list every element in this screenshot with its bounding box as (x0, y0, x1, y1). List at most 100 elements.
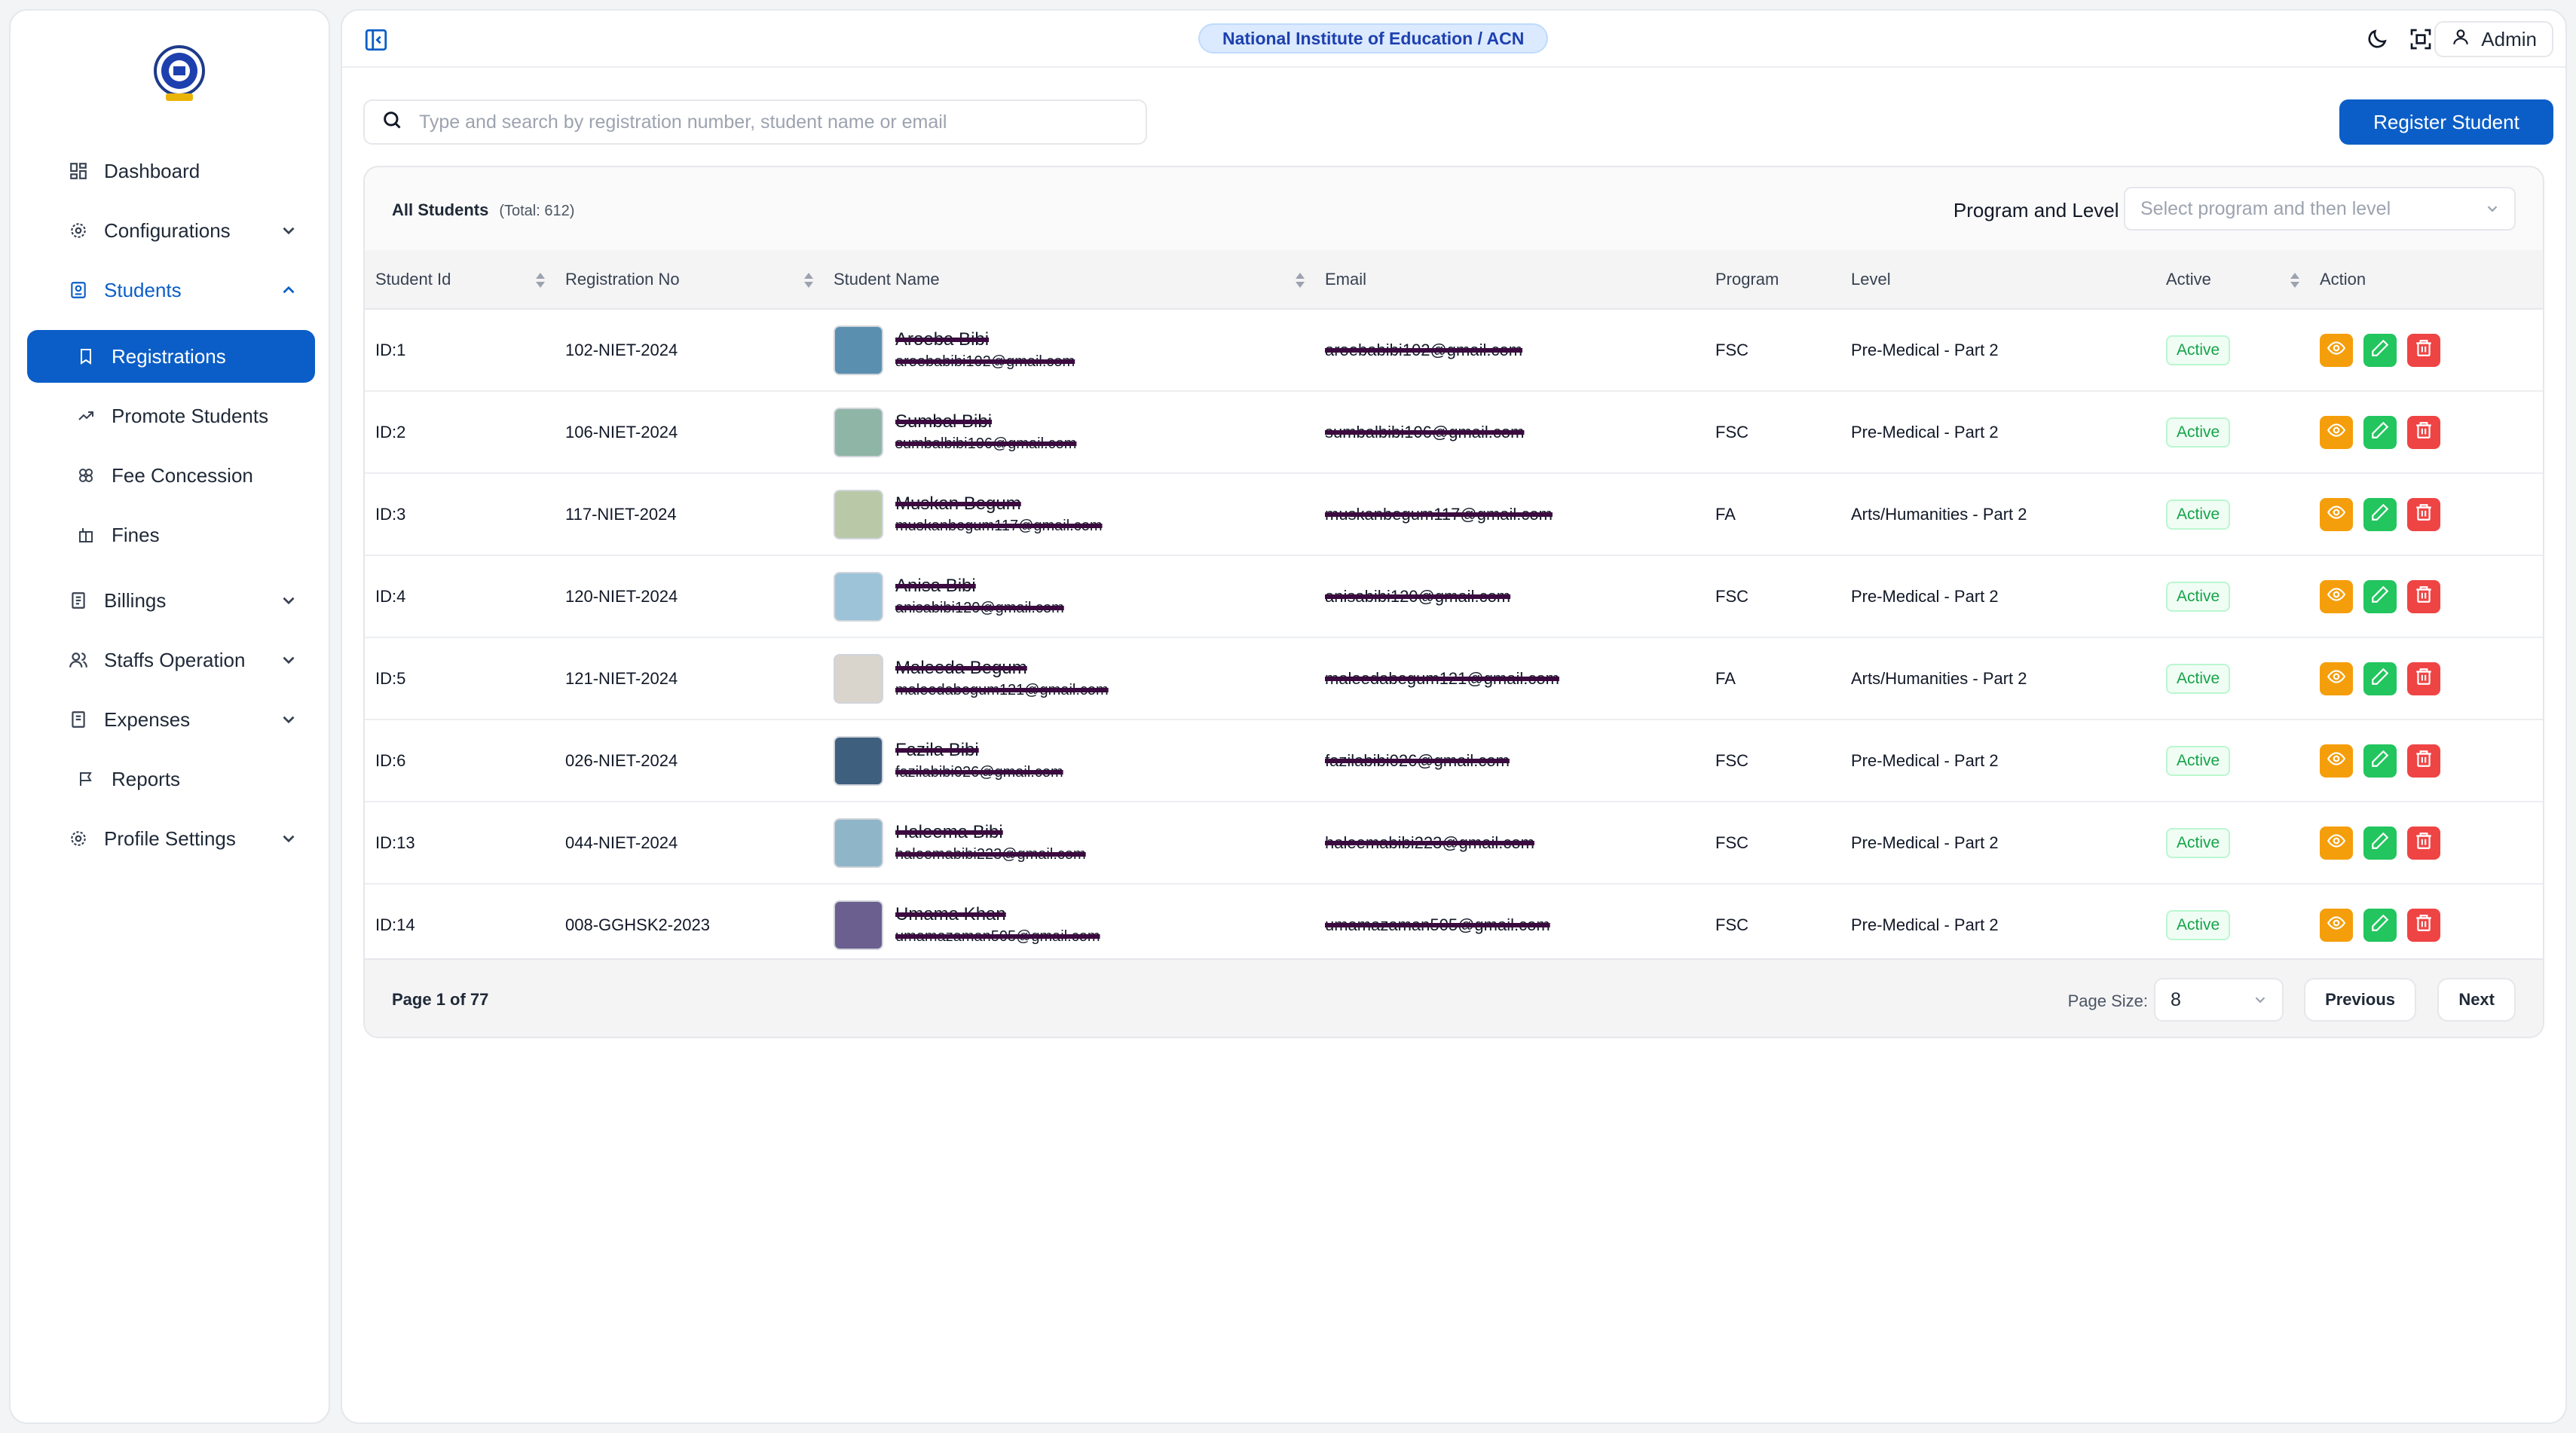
student-level: Pre-Medical - Part 2 (1851, 586, 1999, 606)
column-header-active[interactable]: Active (2155, 250, 2309, 310)
eye-icon (2327, 503, 2346, 527)
status-cell: Active (2155, 637, 2309, 720)
sidebar-item-label: Fines (112, 523, 160, 546)
status-badge: Active (2166, 335, 2231, 365)
view-button[interactable] (2320, 497, 2353, 531)
edit-button[interactable] (2363, 497, 2397, 531)
student-email: umamazaman505@gmail.com (1314, 884, 1705, 966)
email-text: muskanbegum117@gmail.com (1325, 504, 1553, 524)
student-cell: Fazila Bibi fazilabibi026@gmail.com (823, 720, 1314, 802)
sidebar-item-fines[interactable]: Fines (27, 509, 315, 561)
admin-menu-button[interactable]: Admin (2434, 21, 2553, 57)
page-info: Page 1 of 77 (392, 990, 489, 1009)
chevron-down-icon (2484, 200, 2501, 217)
edit-button[interactable] (2363, 826, 2397, 860)
registration-no: 102-NIET-2024 (565, 340, 678, 359)
sidebar-item-expenses[interactable]: Expenses (27, 693, 315, 746)
edit-button[interactable] (2363, 662, 2397, 695)
status-badge: Active (2166, 663, 2231, 694)
registration-no: 008-GGHSK2-2023 (565, 915, 710, 934)
delete-button[interactable] (2407, 497, 2440, 531)
student-level: Pre-Medical - Part 2 (1851, 750, 1999, 770)
column-header-registration-no[interactable]: Registration No (555, 250, 823, 310)
column-header-email: Email (1314, 250, 1705, 310)
table-title: All Students (392, 200, 489, 219)
table-row: ID:14 008-GGHSK2-2023 Umama Khan umamazaman… (365, 884, 2543, 966)
sidebar-item-staffs-operation[interactable]: Staffs Operation (27, 634, 315, 686)
eye-icon (2327, 420, 2346, 445)
action-cell (2309, 555, 2543, 637)
trend-icon (74, 404, 98, 428)
view-button[interactable] (2320, 415, 2353, 449)
pencil-icon (2370, 503, 2390, 527)
view-button[interactable] (2320, 662, 2353, 695)
student-name: Maleeda Begum (895, 658, 1027, 678)
edit-button[interactable] (2363, 415, 2397, 449)
sidebar-item-registrations[interactable]: Registrations (27, 330, 315, 383)
status-cell: Active (2155, 555, 2309, 637)
previous-page-button[interactable]: Previous (2304, 978, 2416, 1022)
email-text: umamazaman505@gmail.com (1325, 915, 1550, 934)
student-email: maleedabegum121@gmail.com (1314, 637, 1705, 720)
email-text: haleemabibi223@gmail.com (1325, 833, 1534, 852)
sidebar-item-profile-settings[interactable]: Profile Settings (27, 812, 315, 865)
sort-icon (1295, 271, 1305, 289)
action-cell (2309, 637, 2543, 720)
view-button[interactable] (2320, 333, 2353, 367)
view-button[interactable] (2320, 744, 2353, 778)
search-input[interactable] (419, 111, 1097, 133)
sidebar-item-fee-concession[interactable]: Fee Concession (27, 449, 315, 502)
student-id: ID:13 (375, 833, 415, 852)
sidebar-item-configurations[interactable]: Configurations (27, 204, 315, 257)
delete-button[interactable] (2407, 579, 2440, 613)
sidebar-item-dashboard[interactable]: Dashboard (27, 145, 315, 197)
avatar (834, 735, 883, 786)
column-header-student-id[interactable]: Student Id (365, 250, 555, 310)
eye-icon (2327, 585, 2346, 609)
view-button[interactable] (2320, 826, 2353, 860)
delete-button[interactable] (2407, 415, 2440, 449)
student-subemail: fazilabibi026@gmail.com (895, 764, 1063, 781)
sidebar-item-label: Profile Settings (104, 826, 236, 850)
dark-mode-icon[interactable] (2365, 27, 2389, 51)
student-email: anisabibi120@gmail.com (1314, 555, 1705, 637)
delete-button[interactable] (2407, 908, 2440, 942)
student-program: FSC (1715, 340, 1748, 359)
table-row: ID:4 120-NIET-2024 Anisa Bibi anisabibi120@… (365, 555, 2543, 637)
column-header-program: Program (1705, 250, 1840, 310)
program-level-select[interactable]: Select program and then level (2124, 187, 2516, 231)
student-subemail: aroebabibi102@gmail.com (895, 353, 1075, 370)
sidebar-item-promote-students[interactable]: Promote Students (27, 390, 315, 442)
sidebar-item-reports[interactable]: Reports (27, 753, 315, 805)
column-label: Email (1325, 269, 1367, 289)
edit-button[interactable] (2363, 744, 2397, 778)
edit-button[interactable] (2363, 333, 2397, 367)
edit-button[interactable] (2363, 579, 2397, 613)
sidebar-item-label: Reports (112, 767, 181, 790)
eye-icon (2327, 667, 2346, 691)
sidebar-item-students[interactable]: Students (27, 264, 315, 316)
next-page-button[interactable]: Next (2437, 978, 2516, 1022)
view-button[interactable] (2320, 908, 2353, 942)
institute-logo[interactable] (152, 44, 207, 104)
chevron-down-icon (2252, 991, 2269, 1008)
sort-icon (535, 271, 546, 289)
action-cell (2309, 884, 2543, 966)
page-size-select[interactable]: 8 (2154, 978, 2284, 1022)
collapse-sidebar-icon[interactable] (363, 27, 389, 53)
gear-icon (66, 826, 90, 851)
eye-icon (2327, 831, 2346, 855)
column-label: Student Id (375, 269, 451, 289)
delete-button[interactable] (2407, 826, 2440, 860)
edit-button[interactable] (2363, 908, 2397, 942)
delete-button[interactable] (2407, 662, 2440, 695)
student-cell: Sumbal Bibi sumbalbibi106@gmail.com (823, 391, 1314, 473)
fullscreen-icon[interactable] (2409, 27, 2433, 51)
delete-button[interactable] (2407, 333, 2440, 367)
sidebar-item-billings[interactable]: Billings (27, 574, 315, 627)
view-button[interactable] (2320, 579, 2353, 613)
column-header-student-name[interactable]: Student Name (823, 250, 1314, 310)
admin-label: Admin (2481, 27, 2537, 50)
register-student-button[interactable]: Register Student (2339, 99, 2553, 145)
delete-button[interactable] (2407, 744, 2440, 778)
